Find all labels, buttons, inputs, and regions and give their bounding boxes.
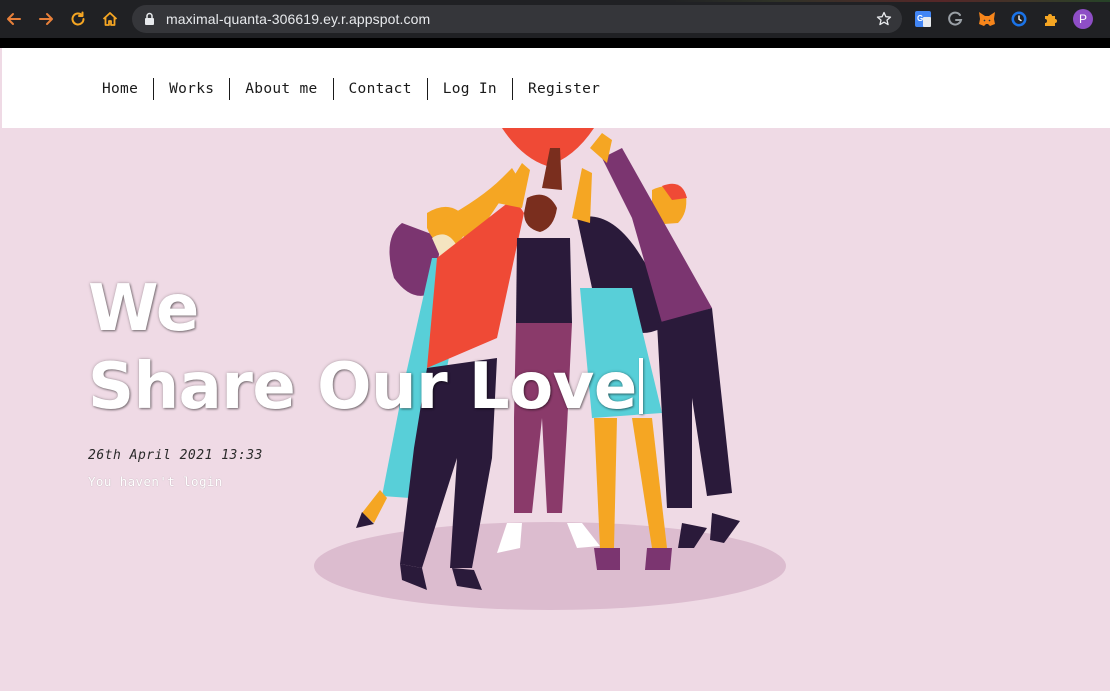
hero-title-line-2-text: Share Our Love bbox=[88, 350, 637, 424]
hero-date: 26th April 2021 13:33 bbox=[88, 448, 263, 463]
browser-toolbar: maximal-quanta-306619.ey.r.appspot.com G… bbox=[0, 0, 1110, 38]
translate-icon[interactable]: G bbox=[913, 9, 933, 29]
tab-strip-edge bbox=[0, 0, 1110, 2]
nav-register-link[interactable]: Register bbox=[511, 78, 615, 100]
url-text[interactable]: maximal-quanta-306619.ey.r.appspot.com bbox=[166, 11, 430, 27]
nav-home-link[interactable]: Home bbox=[88, 78, 153, 100]
site-header: Home Works About me Contact Log In Regis… bbox=[2, 48, 1110, 128]
hero-title-line-1: We bbox=[88, 272, 199, 346]
profile-avatar[interactable]: P bbox=[1073, 9, 1093, 29]
lock-icon[interactable] bbox=[144, 12, 155, 31]
home-icon[interactable] bbox=[100, 9, 120, 29]
svg-text:G: G bbox=[917, 14, 923, 23]
page-top-strip bbox=[0, 38, 1110, 48]
clock-icon[interactable] bbox=[1009, 9, 1029, 29]
nav-about-link[interactable]: About me bbox=[229, 78, 332, 100]
metamask-icon[interactable] bbox=[977, 9, 997, 29]
nav-contact-link[interactable]: Contact bbox=[332, 78, 427, 100]
hero-title: We Share Our Love bbox=[88, 270, 643, 426]
reload-icon[interactable] bbox=[68, 9, 88, 29]
hero-section: We Share Our Love 26th April 2021 13:33 … bbox=[2, 128, 1110, 691]
main-nav: Home Works About me Contact Log In Regis… bbox=[88, 78, 615, 100]
typing-cursor bbox=[638, 358, 643, 414]
grammarly-icon[interactable] bbox=[945, 9, 965, 29]
forward-icon[interactable] bbox=[36, 9, 56, 29]
star-icon[interactable] bbox=[876, 11, 892, 32]
back-icon[interactable] bbox=[4, 9, 24, 29]
login-status: You haven't login bbox=[88, 474, 223, 489]
address-bar[interactable]: maximal-quanta-306619.ey.r.appspot.com bbox=[132, 5, 902, 33]
puzzle-icon[interactable] bbox=[1041, 9, 1061, 29]
nav-works-link[interactable]: Works bbox=[153, 78, 229, 100]
hero-title-line-2: Share Our Love bbox=[88, 348, 643, 426]
nav-login-link[interactable]: Log In bbox=[426, 78, 512, 100]
